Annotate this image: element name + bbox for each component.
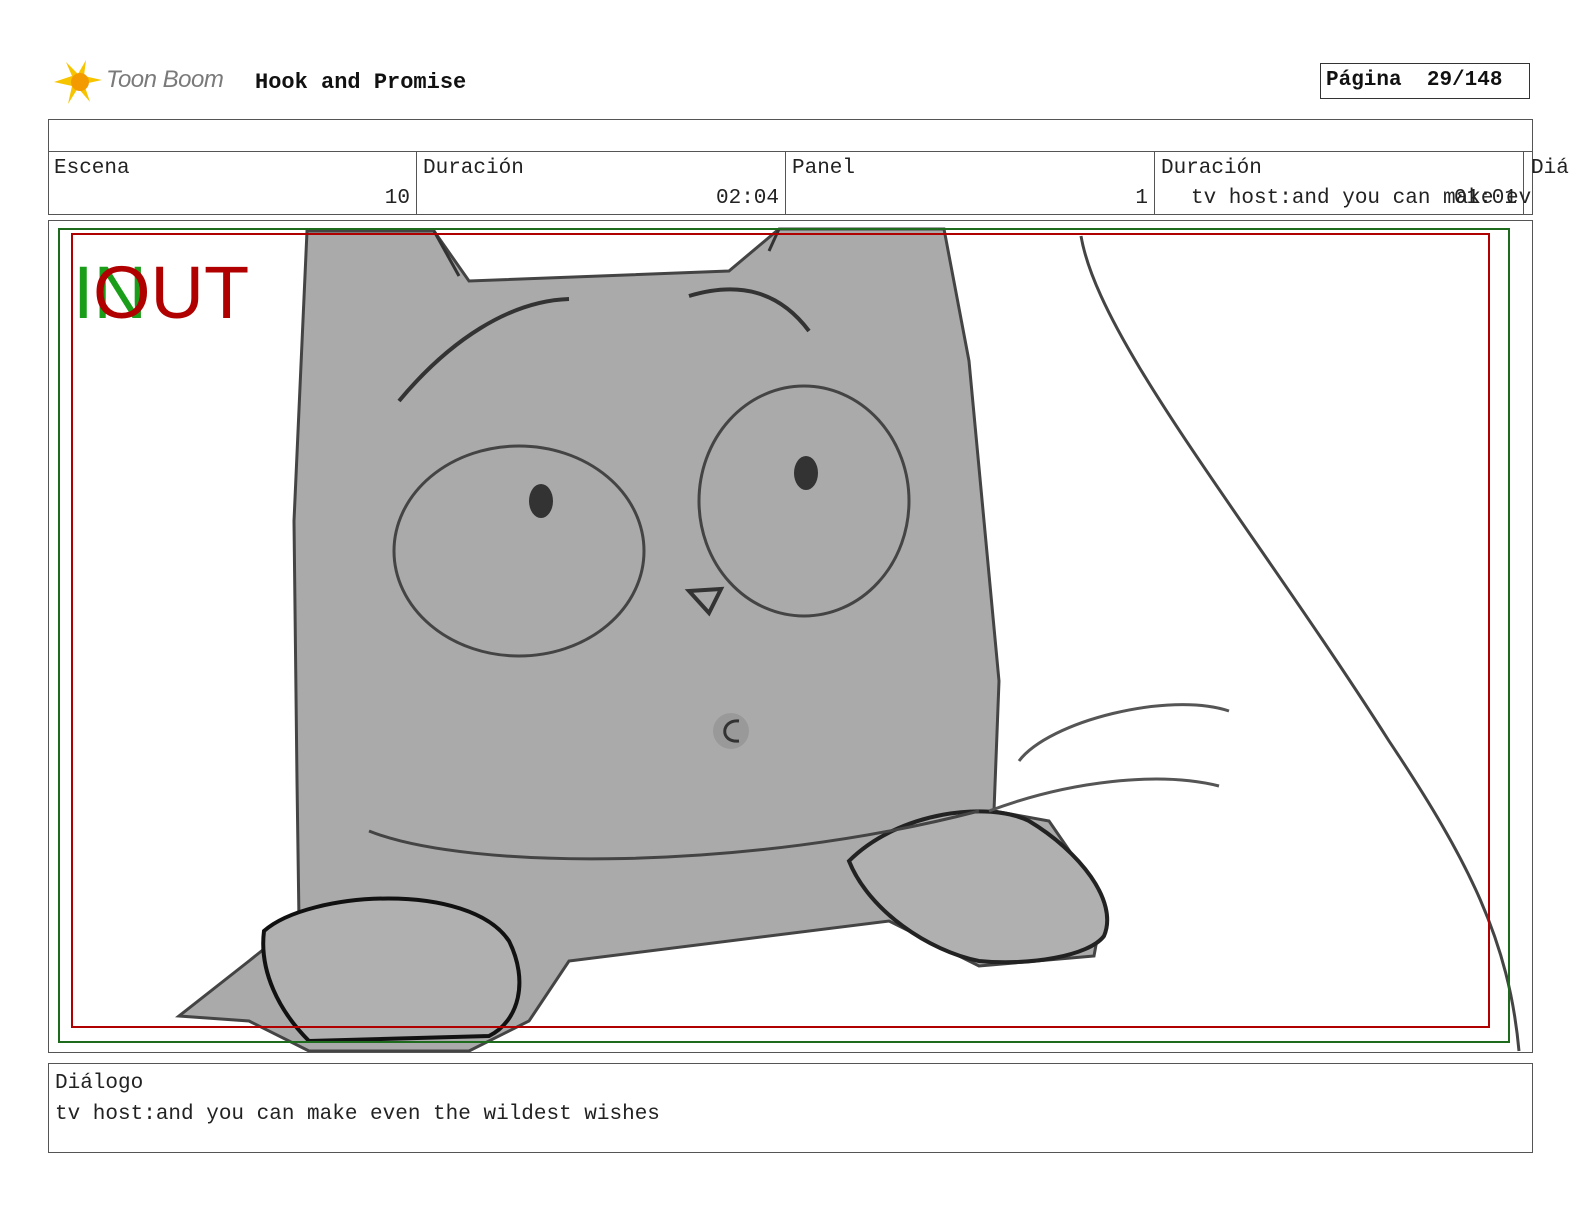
background-curtain-line	[1079, 235, 1521, 1052]
dialog-text: tv host:and you can make even the wildes…	[55, 1103, 660, 1126]
page-number: 29/148	[1426, 69, 1503, 92]
page-label: Página	[1326, 69, 1402, 92]
scene-duration-value: 02:04	[715, 187, 779, 210]
character-right-paw	[846, 809, 1110, 965]
right-pupil	[794, 456, 818, 490]
left-pupil	[529, 484, 553, 518]
sequence-strip	[48, 119, 1533, 151]
brand-name: Toon Boom	[106, 66, 224, 93]
panel-info-row: Escena 10 Duración 02:04 Panel 1 Duració…	[48, 151, 1582, 215]
out-marker: OUT	[93, 251, 249, 334]
dialog-label: Diálogo	[55, 1072, 144, 1095]
project-title: Hook and Promise	[255, 70, 467, 95]
scene-cell: Escena 10	[48, 151, 416, 215]
character-left-paw	[261, 896, 522, 1044]
background-stroke	[988, 777, 1220, 813]
dialog-overflow-text: tv host:and you can make ev	[1191, 187, 1532, 210]
scene-label: Escena	[54, 157, 130, 180]
storyboard-panel: IN OUT	[48, 220, 1533, 1053]
panel-cell: Panel 1	[786, 151, 1154, 215]
dialog-label-truncated: Diá	[1531, 157, 1569, 180]
scene-duration-cell: Duración 02:04	[417, 151, 785, 215]
panel-duration-label: Duración	[1161, 157, 1262, 180]
background-stroke	[1017, 703, 1230, 762]
toon-boom-logo-icon	[54, 60, 102, 104]
panel-drawing: IN OUT	[58, 227, 1521, 1052]
dialog-cell-truncated: Diá	[1525, 151, 1582, 215]
panel-label: Panel	[792, 157, 856, 180]
scene-duration-label: Duración	[423, 157, 524, 180]
page-indicator: Página 29/148	[1320, 63, 1530, 99]
panel-value: 1	[1135, 187, 1148, 210]
dialog-section: Diálogo tv host:and you can make even th…	[48, 1063, 1533, 1153]
character-mouth	[713, 713, 749, 749]
scene-value: 10	[384, 187, 410, 210]
